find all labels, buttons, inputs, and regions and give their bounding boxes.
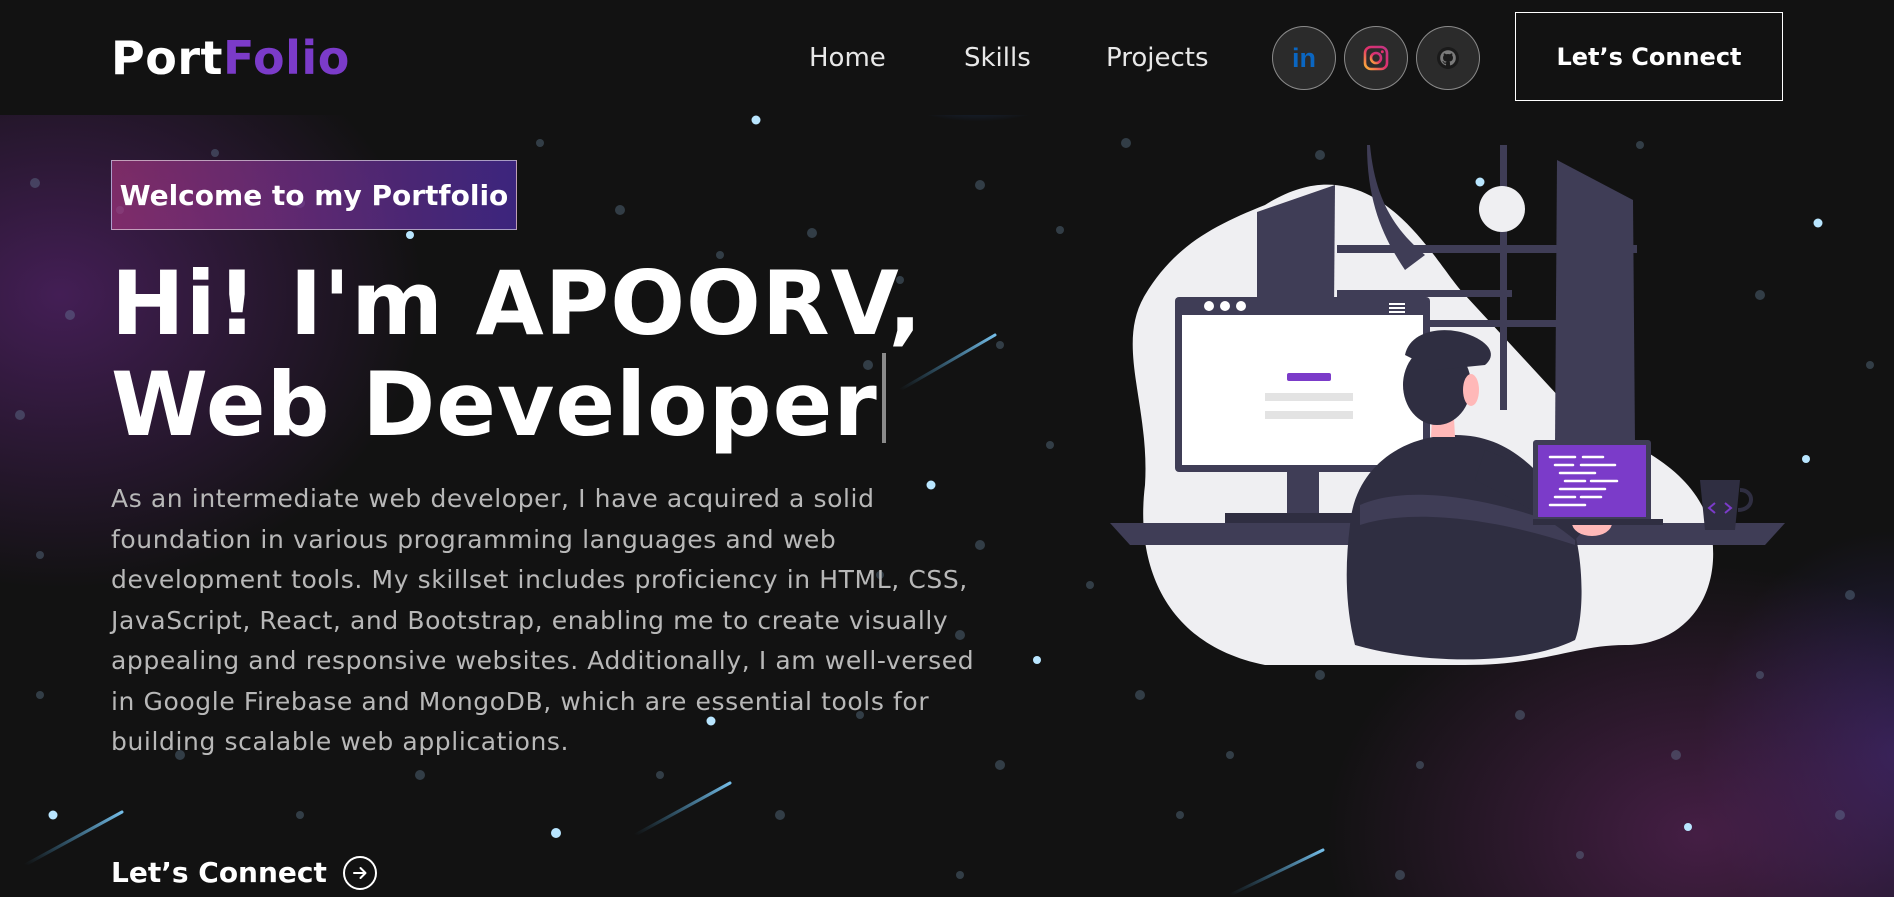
instagram-icon [1363,45,1389,71]
developer-illustration [1110,145,1785,665]
logo[interactable]: PortFolio [111,30,350,86]
bio-line: building scalable web applications. [111,727,570,756]
bio-line: JavaScript, React, and Bootstrap, enabli… [111,605,949,635]
logo-text-port: Port [111,31,223,85]
github-button[interactable] [1416,26,1480,90]
bio-line: development tools. My skillset includes … [111,565,968,594]
hero-bio: As an intermediate web developer, I have… [111,479,1021,763]
navbar: PortFolio Home Skills Projects in Let’s … [0,0,1894,115]
portfolio-page: PortFolio Home Skills Projects in Let’s … [0,0,1894,897]
linkedin-button[interactable]: in [1272,26,1336,90]
bio-line: appealing and responsive websites. Addit… [111,646,975,675]
hero-headline: Hi! I'm APOORV, Web Developer [111,255,923,454]
nav-link-projects[interactable]: Projects [1106,40,1209,76]
nav-link-skills[interactable]: Skills [964,40,1031,76]
nav-link-home[interactable]: Home [809,40,886,76]
lets-connect-button[interactable]: Let’s Connect [1515,12,1783,101]
headline-line-2: Web Developer [111,353,878,456]
bio-line: foundation in various programming langua… [111,524,837,554]
linkedin-icon: in [1292,42,1316,73]
bio-line: As an intermediate web developer, I have… [111,484,875,513]
lets-connect-link[interactable]: Let’s Connect [111,853,377,893]
headline-line-1: Hi! I'm APOORV, [111,252,923,355]
hero-banner: Welcome to my Portfolio Hi! I'm APOORV, W… [0,115,1894,897]
cta-label: Let’s Connect [111,856,327,889]
github-icon [1437,47,1459,69]
typing-caret [881,353,886,443]
arrow-right-circle-icon [342,856,377,890]
logo-text-folio: Folio [223,31,350,85]
bio-line: in Google Firebase and MongoDB, which ar… [111,686,930,716]
instagram-button[interactable] [1344,26,1408,90]
welcome-tagline: Welcome to my Portfolio [111,160,517,230]
